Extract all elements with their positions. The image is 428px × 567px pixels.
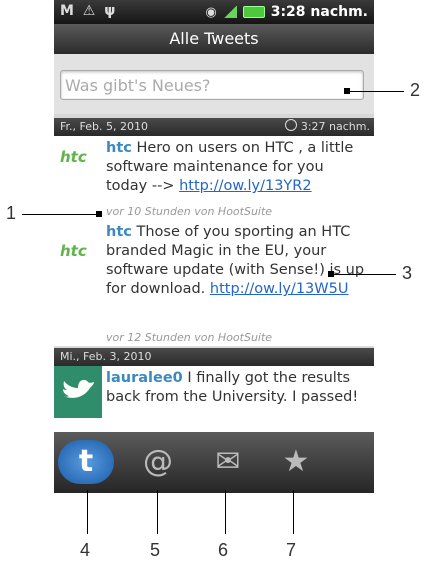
tweet-text: lauralee0 I finally got the results back… [106, 369, 368, 407]
tab-mentions[interactable]: @ [130, 440, 186, 484]
status-bar: M ⚠ ψ ◉ 3:28 nachm. [54, 0, 374, 24]
date-header: Mi., Feb. 3, 2010 [54, 348, 374, 366]
callout-dot [96, 211, 102, 217]
date-header: Fr., Feb. 5, 2010 3:27 nachm. [54, 118, 374, 136]
tweet-item[interactable]: htc htc Hero on users on HTC , a little … [54, 136, 374, 221]
wifi-icon: ◉ [205, 4, 217, 20]
callout-line [87, 490, 88, 534]
tweet-meta: vor 12 Stunden von HootSuite [106, 331, 273, 344]
compose-area: Was gibt's Neues? [54, 54, 374, 114]
callout-line [346, 91, 404, 92]
notification-icons: M ⚠ ψ [60, 3, 118, 19]
callout-1: 1 [6, 203, 17, 223]
callout-dot [328, 271, 334, 277]
tweet-item[interactable]: lauralee0 I finally got the results back… [54, 366, 374, 437]
tab-all-tweets[interactable]: t [58, 440, 114, 484]
tab-favorites[interactable]: ★ [268, 440, 324, 484]
status-right: ◉ 3:28 nachm. [205, 4, 368, 20]
tab-direct-messages[interactable]: ✉ [200, 440, 256, 484]
callout-4: 4 [80, 540, 91, 560]
callout-line [293, 490, 294, 534]
tweet-user[interactable]: htc [106, 140, 132, 156]
refresh-icon [284, 119, 297, 131]
htc-avatar: htc [60, 148, 87, 166]
refresh-time[interactable]: 3:27 nachm. [284, 118, 370, 136]
clock: 3:28 nachm. [270, 4, 368, 20]
phone-screen: M ⚠ ψ ◉ 3:28 nachm. Alle Tweets Was gibt… [54, 0, 374, 493]
htc-avatar: htc [60, 242, 87, 260]
callout-2: 2 [410, 80, 421, 100]
callout-7: 7 [286, 540, 297, 560]
callout-line [225, 490, 226, 534]
tweet-link[interactable]: http://ow.ly/13W5U [210, 281, 349, 297]
twitter-t-icon: t [78, 444, 94, 479]
callout-line [330, 274, 396, 275]
refresh-time-label: 3:27 nachm. [300, 120, 370, 133]
callout-dot [344, 88, 350, 94]
tweet-user[interactable]: lauralee0 [106, 370, 183, 386]
compose-tweet-input[interactable]: Was gibt's Neues? [60, 70, 364, 100]
tweet-text: htc Those of you sporting an HTC branded… [106, 223, 368, 299]
star-icon: ★ [282, 444, 310, 479]
callout-line [22, 214, 98, 215]
tweet-text: htc Hero on users on HTC , a little soft… [106, 139, 368, 196]
twitter-bird-avatar [54, 366, 102, 418]
callout-line [157, 490, 158, 534]
date-label: Fr., Feb. 5, 2010 [60, 120, 148, 133]
callout-6: 6 [218, 540, 229, 560]
tweet-meta: vor 10 Stunden von HootSuite [106, 205, 273, 218]
date-label: Mi., Feb. 3, 2010 [60, 350, 152, 363]
page-title: Alle Tweets [54, 24, 374, 54]
envelope-icon: ✉ [215, 444, 241, 479]
tweet-link[interactable]: http://ow.ly/13YR2 [179, 178, 312, 194]
tweet-item[interactable]: htc htc Those of you sporting an HTC bra… [54, 220, 374, 347]
tab-bar: t @ ✉ ★ [54, 432, 374, 493]
callout-5: 5 [150, 540, 161, 560]
at-icon: @ [143, 444, 173, 479]
callout-3: 3 [402, 263, 413, 283]
battery-icon [242, 6, 265, 18]
signal-icon [222, 6, 237, 18]
tweet-user[interactable]: htc [106, 224, 132, 240]
